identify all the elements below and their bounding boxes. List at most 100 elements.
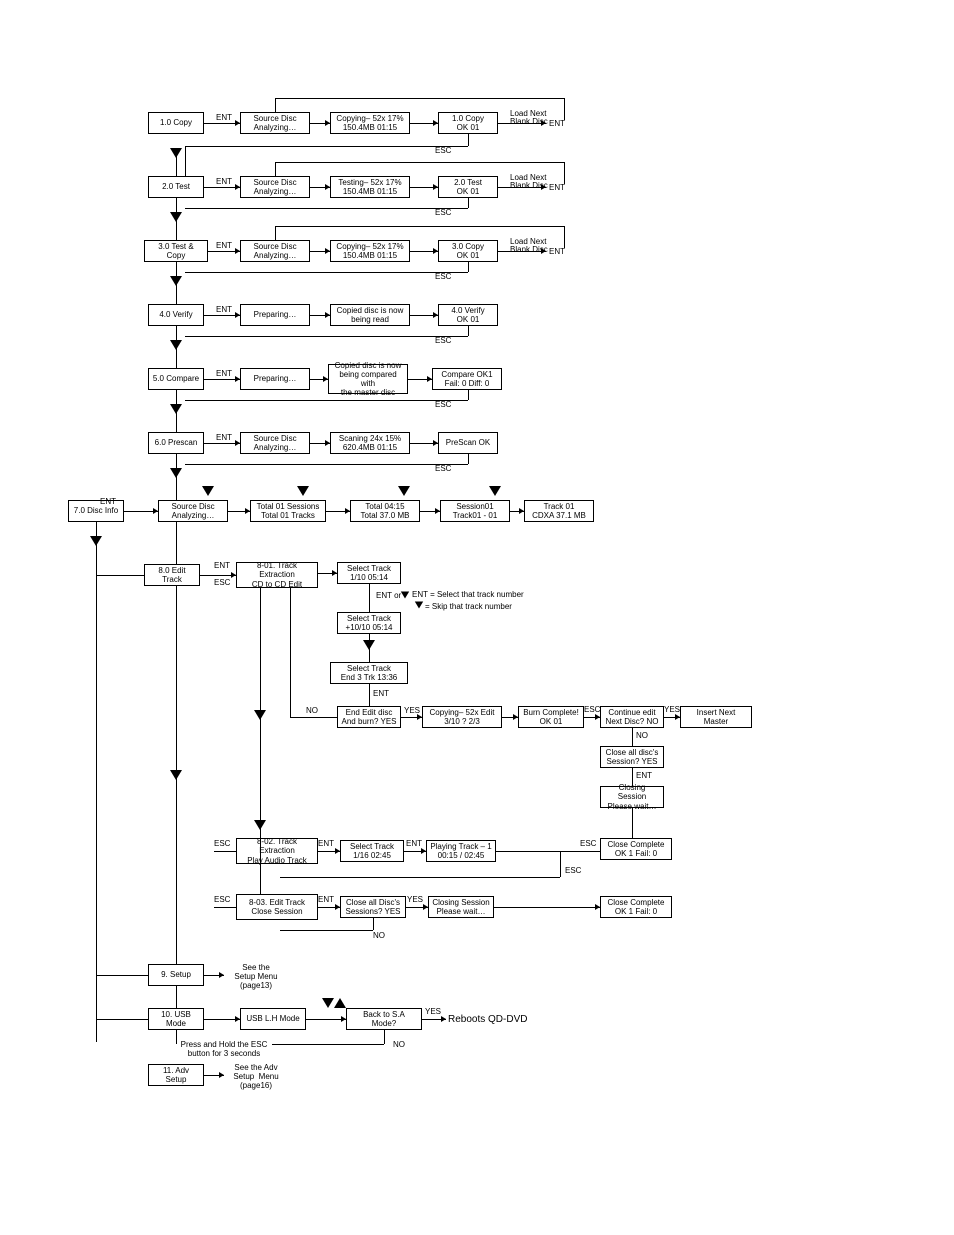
box-ps-source: Source DiscAnalyzing… — [240, 432, 310, 454]
t: Next Disc? NO — [606, 717, 659, 726]
box-backsa: Back to S.A Mode? — [346, 1008, 422, 1030]
line — [290, 588, 291, 717]
box-closecomplete1: Close CompleteOK 1 Fail: 0 — [600, 838, 672, 860]
box-prescan: 6.0 Prescan — [148, 432, 204, 454]
t: OK 01 — [457, 315, 480, 324]
lbl-esc: ESC — [435, 147, 451, 155]
box-test-result: 2.0 TestOK 01 — [438, 176, 498, 198]
box-setup: 9. Setup — [148, 964, 204, 986]
note-setup: See the Setup Menu (page13) — [226, 963, 286, 991]
arrow — [235, 376, 240, 382]
lbl-ent: ENT — [216, 114, 232, 122]
box-di-sessions: Total 01 SessionsTotal 01 Tracks — [250, 500, 326, 522]
line — [632, 728, 633, 746]
t: Track 01 — [544, 502, 575, 511]
line — [468, 454, 469, 464]
t: being read — [351, 315, 389, 324]
t: End Edit disc — [346, 708, 393, 717]
lbl-ent: ENT — [318, 896, 334, 904]
box-compare-read: Copied disc is nowbeing compared withthe… — [328, 364, 408, 394]
lbl-entor: ENT or — [376, 592, 401, 600]
t: Copied disc is now — [337, 306, 404, 315]
line — [185, 464, 468, 465]
t: Insert Next Master — [684, 708, 748, 726]
line — [290, 717, 337, 718]
t: Fail: 0 Diff: 0 — [445, 379, 490, 388]
line — [96, 1019, 148, 1020]
box-sel2: Select Track+10/10 05:14 — [337, 612, 401, 634]
t: Please wait… — [437, 907, 486, 916]
line — [564, 162, 565, 184]
down-icon — [170, 212, 182, 222]
lbl-yes: YES — [404, 707, 420, 715]
up-icon — [334, 998, 346, 1008]
t: Total 01 Sessions — [257, 502, 320, 511]
box-ps-result: PreScan OK — [438, 432, 498, 454]
arrow — [235, 1016, 240, 1022]
line — [468, 198, 469, 208]
box-advsetup: 11. Adv Setup — [148, 1064, 204, 1086]
box-di-track: Track 01CDXA 37.1 MB — [524, 500, 594, 522]
line — [468, 326, 469, 336]
t: Compare OK1 — [441, 370, 492, 379]
box-802-play: Playing Track – 100:15 / 02:45 — [426, 840, 496, 862]
lbl-esc: ESC — [214, 579, 230, 587]
t: 10. USB Mode — [152, 1010, 200, 1028]
lbl-ent: ENT — [216, 370, 232, 378]
t: End 3 Trk 13:36 — [341, 673, 397, 682]
lbl-esc: ESC — [435, 401, 451, 409]
t: Copied disc is now — [335, 361, 402, 370]
box-verify-prep: Preparing… — [240, 304, 310, 326]
box-edittrack: 8.0 Edit Track — [144, 564, 200, 586]
t: Close Session — [251, 907, 302, 916]
t: Select Track — [350, 842, 394, 851]
t: 8-02. Track Extraction — [240, 837, 314, 855]
lbl-esc: ESC — [435, 465, 451, 473]
t: Select Track — [347, 614, 391, 623]
arrow — [235, 248, 240, 254]
note-advsetup: See the Adv Setup Menu (page16) — [226, 1063, 286, 1091]
t: Back to S.A Mode? — [350, 1010, 418, 1028]
down-icon — [398, 486, 410, 496]
lbl-ent: ENT — [214, 562, 230, 570]
t: OK 1 Fail: 0 — [615, 907, 657, 916]
lbl-ent: ENT — [216, 242, 232, 250]
t: Closing Session — [604, 783, 660, 801]
t: Sessions? YES — [346, 907, 401, 916]
box-closeall: Close all disc'sSession? YES — [600, 746, 664, 768]
line — [185, 336, 468, 337]
box-test-progress: Testing– 52x 17%150.4MB 01:15 — [330, 176, 410, 198]
t: 11. Adv Setup — [152, 1066, 200, 1084]
main-spine — [176, 155, 177, 1044]
t: OK 01 — [457, 251, 480, 260]
t: Track01 - 01 — [453, 511, 498, 520]
arrow — [153, 508, 158, 514]
box-endedit: End Edit discAnd burn? YES — [337, 706, 401, 728]
line — [214, 907, 236, 908]
t: 150.4MB 01:15 — [343, 187, 397, 196]
lbl-esc: ESC — [214, 896, 230, 904]
t: CDXA 37.1 MB — [532, 511, 586, 520]
t: Closing Session — [432, 898, 489, 907]
t: Source Disc — [253, 434, 296, 443]
t: Preparing… — [254, 374, 297, 383]
box-tc-source: Source DiscAnalyzing… — [240, 240, 310, 262]
spine-left — [96, 522, 97, 1042]
line — [185, 400, 468, 401]
lbl-ent: ENT — [216, 434, 232, 442]
t: Select Track — [347, 564, 391, 573]
t: Close Complete — [608, 898, 665, 907]
t: Burn Complete! — [523, 708, 579, 717]
arrow — [235, 120, 240, 126]
diagram-root: 1.0 Copy Source DiscAnalyzing… Copying– … — [0, 0, 954, 1235]
box-803: 8-03. Edit TrackClose Session — [236, 894, 318, 920]
note-ent: ENT = Select that track number — [412, 590, 524, 599]
line — [369, 634, 370, 662]
t: Total 37.0 MB — [361, 511, 410, 520]
line — [185, 208, 468, 209]
t: 8-03. Edit Track — [249, 898, 305, 907]
lbl-ent: ENT — [216, 306, 232, 314]
line — [632, 808, 633, 838]
arrow — [433, 120, 438, 126]
t: Close all disc's — [606, 748, 659, 757]
